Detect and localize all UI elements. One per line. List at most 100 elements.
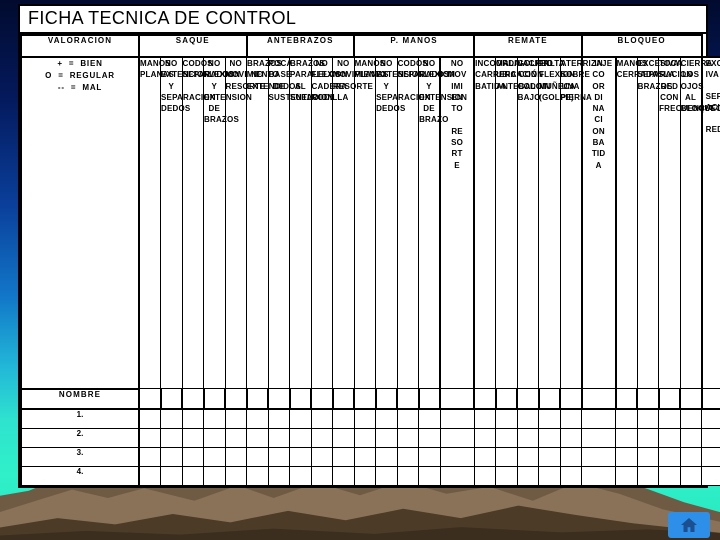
- score-cell[interactable]: [559, 408, 583, 429]
- score-cell[interactable]: [396, 408, 420, 429]
- score-cell[interactable]: [138, 408, 161, 429]
- score-cell[interactable]: [615, 408, 638, 429]
- score-cell[interactable]: [310, 427, 334, 448]
- score-cell[interactable]: [267, 408, 291, 429]
- score-cell[interactable]: [658, 427, 681, 448]
- score-cell[interactable]: [679, 427, 703, 448]
- score-cell[interactable]: [701, 427, 720, 448]
- score-cell[interactable]: [418, 465, 441, 486]
- score-cell[interactable]: [473, 408, 497, 429]
- score-cell[interactable]: [332, 465, 355, 486]
- score-cell[interactable]: [473, 427, 497, 448]
- score-cell[interactable]: [636, 465, 660, 486]
- score-cell[interactable]: [701, 446, 720, 467]
- score-cell[interactable]: [375, 446, 398, 467]
- score-cell[interactable]: [581, 446, 617, 467]
- player-row-label[interactable]: 3.: [20, 446, 140, 467]
- score-cell[interactable]: [160, 446, 183, 467]
- score-cell[interactable]: [396, 446, 420, 467]
- score-cell[interactable]: [289, 408, 312, 429]
- score-cell[interactable]: [138, 465, 161, 486]
- score-cell[interactable]: [375, 408, 398, 429]
- score-cell[interactable]: [267, 446, 291, 467]
- score-cell[interactable]: [332, 427, 355, 448]
- score-cell[interactable]: [181, 446, 204, 467]
- player-row-label[interactable]: 4.: [20, 465, 140, 486]
- score-cell[interactable]: [246, 427, 269, 448]
- score-cell[interactable]: [538, 427, 561, 448]
- score-cell[interactable]: [353, 465, 377, 486]
- score-cell[interactable]: [516, 465, 540, 486]
- score-cell[interactable]: [701, 408, 720, 429]
- score-cell[interactable]: [559, 465, 583, 486]
- score-cell[interactable]: [439, 408, 475, 429]
- score-cell[interactable]: [224, 427, 248, 448]
- score-cell[interactable]: [581, 408, 617, 429]
- score-cell[interactable]: [310, 408, 334, 429]
- score-cell[interactable]: [203, 446, 226, 467]
- score-cell[interactable]: [396, 427, 420, 448]
- score-cell[interactable]: [332, 446, 355, 467]
- score-cell[interactable]: [636, 408, 660, 429]
- score-cell[interactable]: [310, 465, 334, 486]
- score-cell[interactable]: [396, 465, 420, 486]
- score-cell[interactable]: [516, 408, 540, 429]
- score-cell[interactable]: [181, 427, 204, 448]
- score-cell[interactable]: [439, 427, 475, 448]
- score-cell[interactable]: [495, 408, 518, 429]
- score-cell[interactable]: [375, 427, 398, 448]
- score-cell[interactable]: [289, 427, 312, 448]
- score-cell[interactable]: [353, 446, 377, 467]
- score-cell[interactable]: [615, 427, 638, 448]
- score-cell[interactable]: [658, 446, 681, 467]
- score-cell[interactable]: [559, 427, 583, 448]
- score-cell[interactable]: [353, 427, 377, 448]
- score-cell[interactable]: [701, 465, 720, 486]
- score-cell[interactable]: [439, 446, 475, 467]
- player-row-label[interactable]: 2.: [20, 427, 140, 448]
- score-cell[interactable]: [289, 446, 312, 467]
- score-cell[interactable]: [160, 427, 183, 448]
- score-cell[interactable]: [203, 408, 226, 429]
- score-cell[interactable]: [581, 427, 617, 448]
- score-cell[interactable]: [418, 446, 441, 467]
- score-cell[interactable]: [224, 465, 248, 486]
- home-button[interactable]: [668, 512, 710, 538]
- score-cell[interactable]: [439, 465, 475, 486]
- score-cell[interactable]: [203, 465, 226, 486]
- score-cell[interactable]: [224, 446, 248, 467]
- score-cell[interactable]: [658, 465, 681, 486]
- player-row-label[interactable]: 1.: [20, 408, 140, 429]
- score-cell[interactable]: [181, 408, 204, 429]
- score-cell[interactable]: [246, 465, 269, 486]
- score-cell[interactable]: [267, 427, 291, 448]
- score-cell[interactable]: [138, 427, 161, 448]
- score-cell[interactable]: [538, 446, 561, 467]
- score-cell[interactable]: [138, 446, 161, 467]
- score-cell[interactable]: [495, 446, 518, 467]
- score-cell[interactable]: [289, 465, 312, 486]
- score-cell[interactable]: [636, 446, 660, 467]
- score-cell[interactable]: [538, 408, 561, 429]
- score-cell[interactable]: [516, 427, 540, 448]
- score-cell[interactable]: [310, 446, 334, 467]
- score-cell[interactable]: [473, 465, 497, 486]
- score-cell[interactable]: [224, 408, 248, 429]
- score-cell[interactable]: [375, 465, 398, 486]
- score-cell[interactable]: [246, 408, 269, 429]
- score-cell[interactable]: [246, 446, 269, 467]
- score-cell[interactable]: [516, 446, 540, 467]
- score-cell[interactable]: [495, 465, 518, 486]
- score-cell[interactable]: [636, 427, 660, 448]
- score-cell[interactable]: [203, 427, 226, 448]
- score-cell[interactable]: [418, 408, 441, 429]
- score-cell[interactable]: [473, 446, 497, 467]
- score-cell[interactable]: [267, 465, 291, 486]
- score-cell[interactable]: [495, 427, 518, 448]
- score-cell[interactable]: [615, 465, 638, 486]
- score-cell[interactable]: [615, 446, 638, 467]
- score-cell[interactable]: [418, 427, 441, 448]
- score-cell[interactable]: [160, 465, 183, 486]
- score-cell[interactable]: [332, 408, 355, 429]
- score-cell[interactable]: [538, 465, 561, 486]
